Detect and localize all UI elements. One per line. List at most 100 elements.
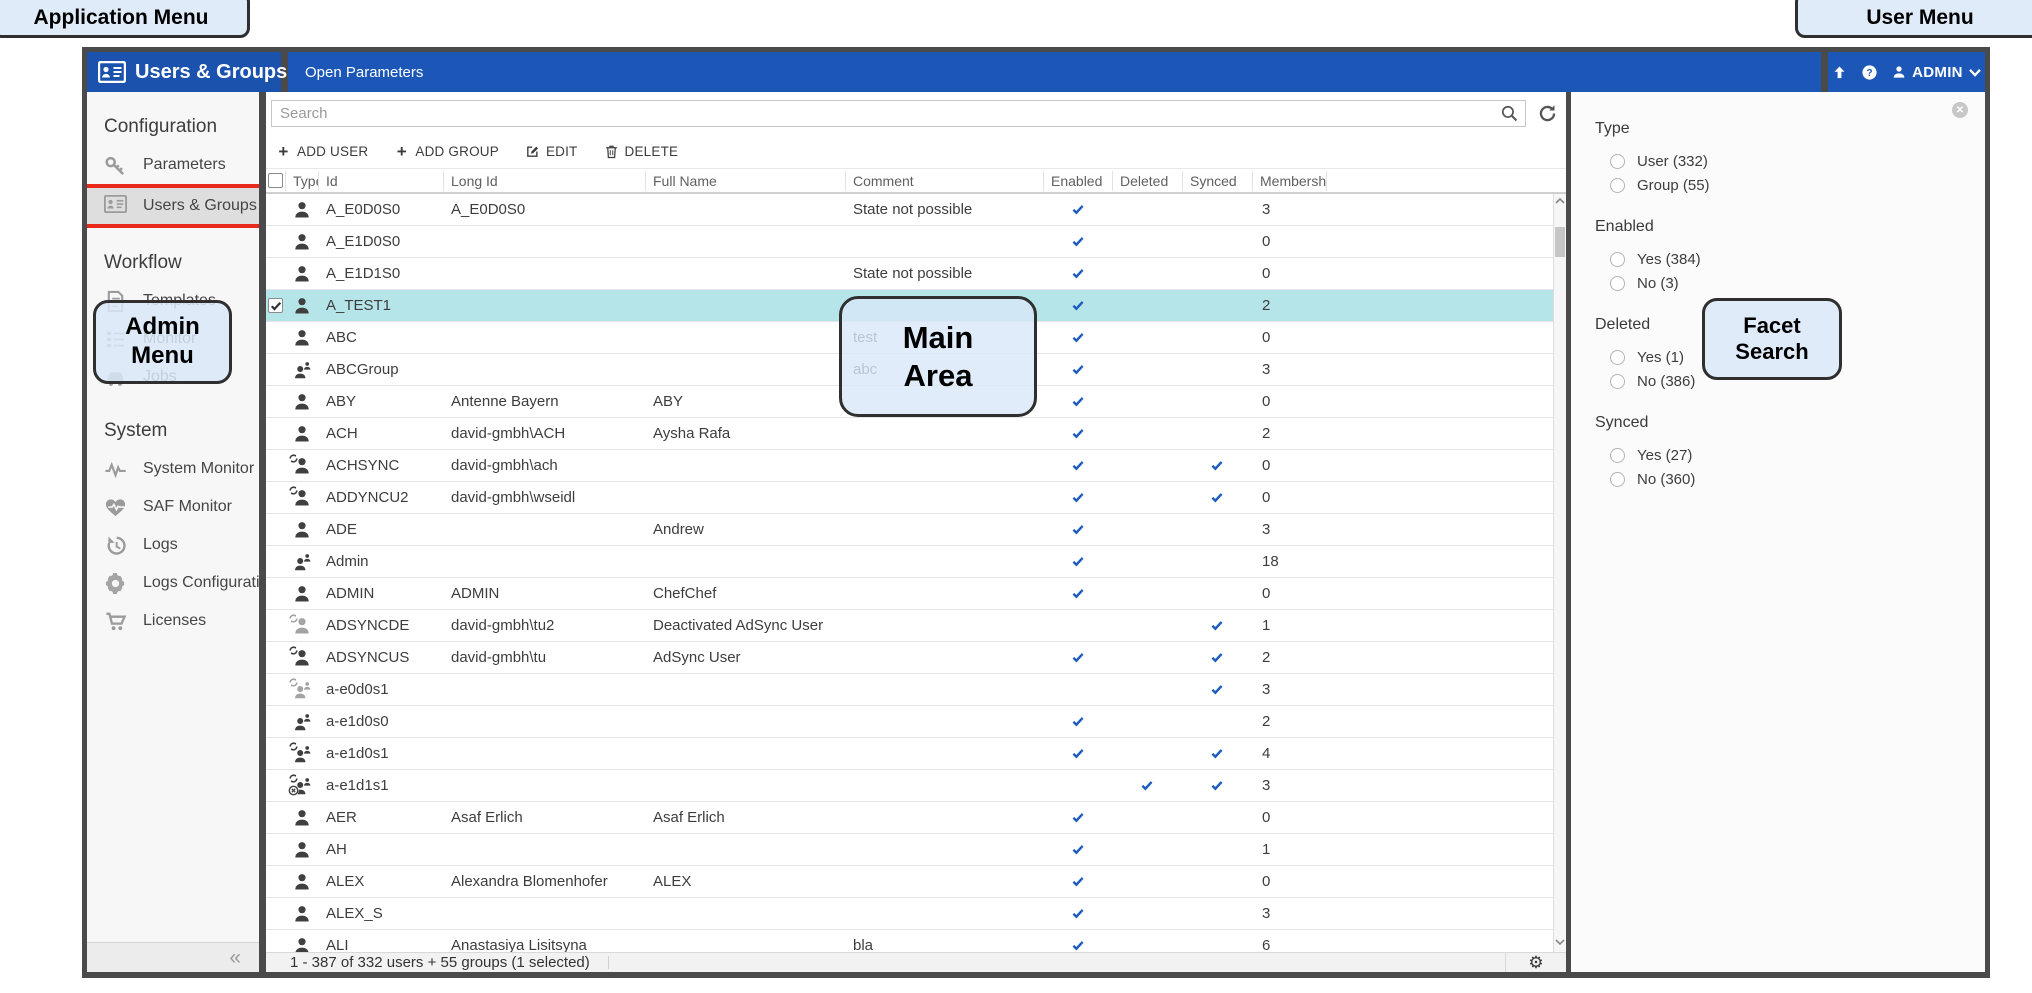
row-long-id: david-gmbh\wseidl (443, 489, 645, 506)
row-long-id: Alexandra Blomenhofer (443, 873, 645, 890)
table-row[interactable]: ALEX Alexandra Blomenhofer ALEX 0 (266, 866, 1553, 898)
table-row[interactable]: ADDYNCU2 david-gmbh\wseidl 0 (266, 482, 1553, 514)
column-header-enabled[interactable]: Enabled (1043, 171, 1112, 191)
sidebar-item-label: Users & Groups (143, 197, 257, 215)
table-row[interactable]: a-e0d0s1 3 (266, 674, 1553, 706)
row-id: ADSYNCDE (318, 617, 443, 634)
facet-option-label: Yes (384) (1637, 251, 1701, 268)
check-icon (1209, 747, 1225, 760)
edit-icon (525, 144, 540, 159)
scroll-down-icon[interactable] (1554, 936, 1566, 951)
facet-option-type-user-332[interactable]: User (332) (1595, 153, 1985, 170)
table-row[interactable]: Admin 18 (266, 546, 1553, 578)
table-row[interactable]: AH 1 (266, 834, 1553, 866)
column-header-comment[interactable]: Comment (845, 171, 1043, 191)
facet-option-type-group-55[interactable]: Group (55) (1595, 177, 1985, 194)
column-header-membersh[interactable]: Membersh (1252, 171, 1326, 191)
table-row[interactable]: A_E0D0S0 A_E0D0S0 State not possible 3 (266, 194, 1553, 226)
sidebar-collapse-button[interactable]: « (87, 942, 259, 972)
table-row[interactable]: ADSYNCDE david-gmbh\tu2 Deactivated AdSy… (266, 610, 1553, 642)
check-icon (1070, 939, 1086, 952)
callout-label: Area (904, 357, 973, 394)
admin-sidebar: Configuration Parameters Users & Groups … (87, 92, 259, 972)
sidebar-item-system-monitor[interactable]: System Monitor (87, 450, 259, 488)
sidebar-section-system: System System Monitor SAF Monitor Logs L… (87, 420, 259, 640)
select-all-checkbox[interactable] (266, 173, 285, 188)
sidebar-item-label: Parameters (143, 156, 226, 174)
table-settings-button[interactable]: ⚙ (1505, 953, 1566, 972)
column-header-long-id[interactable]: Long Id (443, 171, 645, 191)
row-enabled (1043, 715, 1112, 728)
add-group-button[interactable]: + ADD GROUP (394, 144, 499, 159)
user-menu-button[interactable]: ADMIN (1891, 64, 1982, 81)
row-checkbox[interactable] (268, 298, 283, 313)
tab-open-parameters[interactable]: Open Parameters (288, 64, 423, 81)
row-full-name: Andrew (645, 521, 845, 538)
column-header-filler (1326, 171, 1553, 191)
facet-option-synced-yes-27[interactable]: Yes (27) (1595, 447, 1985, 464)
column-header-id[interactable]: Id (318, 171, 443, 191)
vertical-scrollbar[interactable] (1553, 194, 1566, 952)
table-row[interactable]: A_E1D1S0 State not possible 0 (266, 258, 1553, 290)
row-long-id: david-gmbh\tu (443, 649, 645, 666)
sidebar-item-licenses[interactable]: Licenses (87, 602, 259, 640)
search-input[interactable] (271, 100, 1526, 127)
row-membership: 3 (1252, 905, 1326, 922)
facet-option-enabled-no-3[interactable]: No (3) (1595, 275, 1985, 292)
radio-icon (1610, 154, 1625, 169)
arrow-up-icon[interactable] (1831, 64, 1848, 81)
row-id: ALEX (318, 873, 443, 890)
row-full-name: Aysha Rafa (645, 425, 845, 442)
table-row[interactable]: a-e1d0s1 4 (266, 738, 1553, 770)
row-enabled (1043, 843, 1112, 856)
column-header-deleted[interactable]: Deleted (1112, 171, 1182, 191)
column-header-synced[interactable]: Synced (1182, 171, 1252, 191)
row-synced (1182, 459, 1252, 472)
row-type-cell (285, 296, 318, 316)
table-row[interactable]: A_E1D0S0 0 (266, 226, 1553, 258)
column-header-type[interactable]: Type (285, 171, 318, 191)
row-membership: 3 (1252, 361, 1326, 378)
row-enabled (1043, 555, 1112, 568)
row-id: a-e1d1s1 (318, 777, 443, 794)
table-row[interactable]: a-e1d1s1 3 (266, 770, 1553, 802)
group-icon (292, 552, 312, 572)
column-header-full-name[interactable]: Full Name (645, 171, 845, 191)
table-row[interactable]: ADSYNCUS david-gmbh\tu AdSync User 2 (266, 642, 1553, 674)
row-type-cell (285, 776, 318, 796)
sidebar-item-logs[interactable]: Logs (87, 526, 259, 564)
scrollbar-thumb[interactable] (1555, 227, 1565, 257)
table-row[interactable]: ALI Anastasiya Lisitsyna bla 6 (266, 930, 1553, 952)
table-row[interactable]: ADMIN ADMIN ChefChef 0 (266, 578, 1553, 610)
delete-button[interactable]: DELETE (604, 144, 679, 159)
application-menu-button[interactable]: Users & Groups (87, 52, 281, 92)
close-icon[interactable]: ✕ (1952, 102, 1968, 118)
status-bar: 1 - 387 of 332 users + 55 groups (1 sele… (266, 952, 1566, 972)
sidebar-item-saf-monitor[interactable]: SAF Monitor (87, 488, 259, 526)
table-row[interactable]: AER Asaf Erlich Asaf Erlich 0 (266, 802, 1553, 834)
table-row[interactable]: ADE Andrew 3 (266, 514, 1553, 546)
table-row[interactable]: a-e1d0s0 2 (266, 706, 1553, 738)
row-type-cell (285, 840, 318, 860)
scroll-up-icon[interactable] (1554, 195, 1566, 210)
sidebar-item-users-groups[interactable]: Users & Groups (87, 184, 259, 228)
row-type-cell (285, 392, 318, 412)
facet-option-enabled-yes-384[interactable]: Yes (384) (1595, 251, 1985, 268)
sidebar-item-logs-configuration[interactable]: Logs Configuration (87, 564, 259, 602)
table-row[interactable]: ALEX_S 3 (266, 898, 1553, 930)
table-row[interactable]: ACH david-gmbh\ACH Aysha Rafa 2 (266, 418, 1553, 450)
row-id: ALI (318, 937, 443, 952)
table-row[interactable]: ACHSYNC david-gmbh\ach 0 (266, 450, 1553, 482)
facet-option-synced-no-360[interactable]: No (360) (1595, 471, 1985, 488)
edit-button[interactable]: EDIT (525, 144, 578, 159)
row-membership: 1 (1252, 841, 1326, 858)
row-type-cell (285, 520, 318, 540)
add-user-button[interactable]: + ADD USER (276, 144, 368, 159)
check-icon (1070, 427, 1086, 440)
help-icon[interactable]: ? (1861, 64, 1878, 81)
search-icon[interactable] (1500, 104, 1519, 123)
toolbar-button-label: ADD USER (297, 144, 368, 159)
refresh-icon[interactable] (1537, 103, 1558, 124)
callout-label: Admin (125, 313, 200, 342)
sidebar-item-parameters[interactable]: Parameters (87, 146, 259, 184)
